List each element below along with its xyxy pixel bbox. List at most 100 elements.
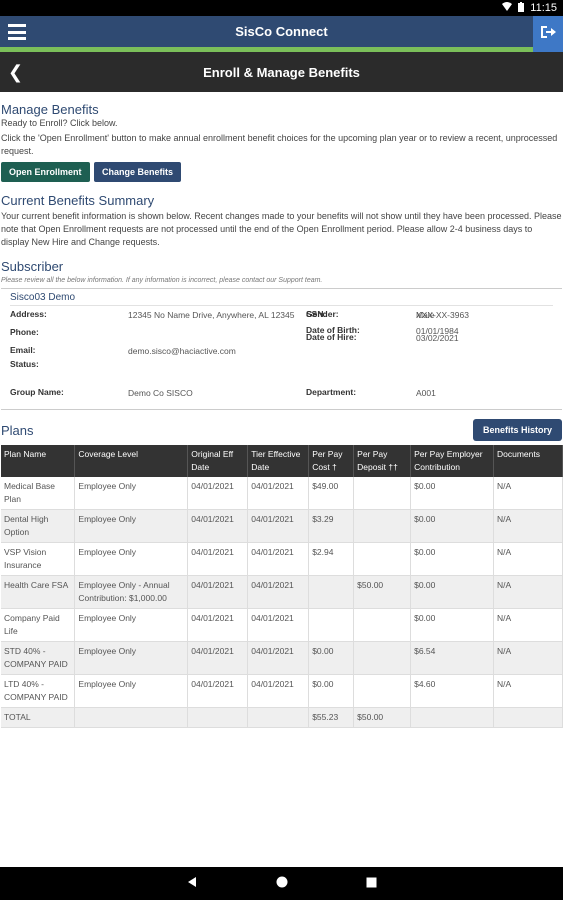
table-cell: 04/01/2021: [247, 509, 310, 543]
main-content: Manage Benefits Ready to Enroll? Click b…: [0, 92, 563, 859]
benefits-history-button[interactable]: Benefits History: [472, 419, 562, 441]
table-cell: $50.00: [353, 575, 412, 609]
table-cell: 04/01/2021: [247, 542, 310, 576]
change-benefits-button[interactable]: Change Benefits: [93, 162, 181, 182]
table-cell: Medical Base Plan: [1, 477, 76, 510]
table-cell: N/A: [493, 509, 563, 543]
summary-text: Your current benefit information is show…: [1, 211, 562, 247]
col-plan-name: Plan Name: [1, 445, 76, 477]
col-documents: Documents: [493, 445, 563, 477]
clock: 11:15: [530, 2, 557, 14]
table-cell: [493, 707, 563, 728]
table-cell: Employee Only: [74, 641, 189, 675]
table-cell: N/A: [493, 641, 563, 675]
menu-icon[interactable]: [8, 24, 26, 40]
address-label: Address:: [10, 309, 47, 319]
department-label: Department:: [306, 387, 357, 397]
plans-table: Plan Name Coverage Level Original Eff Da…: [1, 445, 563, 728]
system-nav-bar: [0, 867, 563, 900]
address-value: 12345 No Name Drive, Anywhere, AL 12345: [128, 310, 295, 320]
table-cell: $0.00: [410, 575, 494, 609]
table-cell: N/A: [493, 477, 563, 510]
table-cell: [308, 608, 355, 642]
subscriber-note: Please review all the below information.…: [1, 277, 323, 284]
doh-label: Date of Hire:: [306, 332, 357, 342]
manage-line2: Click the 'Open Enrollment' button to ma…: [1, 133, 558, 156]
table-cell: $0.00: [410, 477, 494, 510]
logout-button[interactable]: [533, 16, 563, 52]
table-cell: 04/01/2021: [187, 509, 249, 543]
app-header: SisCo Connect: [0, 16, 563, 52]
department-value: A001: [416, 388, 436, 398]
back-arrow-icon[interactable]: ❮: [8, 62, 23, 83]
status-value: [128, 357, 306, 369]
table-cell: $6.54: [410, 641, 494, 675]
app-title: SisCo Connect: [235, 24, 328, 39]
back-triangle-icon[interactable]: [186, 875, 198, 893]
col-tier-effective-date: Tier Effective Date: [247, 445, 310, 477]
table-cell: Health Care FSA: [1, 575, 76, 609]
doh-value: 03/02/2021: [416, 333, 459, 343]
table-cell: Employee Only - Annual Contribution: $1,…: [74, 575, 189, 609]
table-cell: Employee Only: [74, 477, 189, 510]
table-cell: [247, 707, 310, 728]
plans-table-header: Plan Name Coverage Level Original Eff Da…: [1, 445, 563, 477]
table-cell: [353, 509, 412, 543]
table-cell: [308, 575, 355, 609]
table-cell: [353, 477, 412, 510]
phone-label: Phone:: [10, 327, 39, 337]
subscriber-details: Address: 12345 No Name Drive, Anywhere, …: [10, 309, 553, 399]
table-row: Company Paid Life Employee Only 04/01/2021…: [1, 608, 563, 642]
table-cell: 04/01/2021: [247, 674, 310, 708]
col-per-pay-employer-contribution: Per Pay Employer Contribution: [410, 445, 494, 477]
table-cell: 04/01/2021: [247, 477, 310, 510]
table-cell: [74, 707, 189, 728]
table-cell: $0.00: [308, 641, 355, 675]
table-cell: 04/01/2021: [187, 575, 249, 609]
home-circle-icon[interactable]: [276, 875, 288, 893]
table-cell: [353, 542, 412, 576]
table-cell: Dental High Option: [1, 509, 76, 543]
manage-benefits-heading: Manage Benefits: [1, 102, 99, 117]
col-per-pay-deposit: Per Pay Deposit ††: [353, 445, 412, 477]
table-cell: 04/01/2021: [187, 641, 249, 675]
table-cell: N/A: [493, 542, 563, 576]
table-cell: [353, 608, 412, 642]
table-cell: N/A: [493, 674, 563, 708]
table-cell: [410, 707, 494, 728]
table-row: LTD 40% - COMPANY PAID Employee Only 04/01…: [1, 674, 563, 708]
table-cell: $0.00: [410, 608, 494, 642]
table-cell: $3.29: [308, 509, 355, 543]
email-label: Email:: [10, 345, 36, 355]
table-row: STD 40% - COMPANY PAID Employee Only 04/01…: [1, 641, 563, 675]
subscriber-name: Sisco03 Demo: [10, 292, 76, 303]
recents-square-icon[interactable]: [366, 875, 377, 893]
table-cell: N/A: [493, 608, 563, 642]
table-cell: VSP Vision Insurance: [1, 542, 76, 576]
table-cell: [187, 707, 249, 728]
table-cell: $2.94: [308, 542, 355, 576]
table-cell: Employee Only: [74, 608, 189, 642]
email-value: demo.sisco@haciactive.com: [128, 346, 236, 356]
table-cell: 04/01/2021: [187, 674, 249, 708]
table-cell: 04/01/2021: [247, 575, 310, 609]
phone-value: [128, 321, 306, 337]
page-header: ❮ Enroll & Manage Benefits: [0, 52, 563, 92]
page-title: Enroll & Manage Benefits: [203, 64, 360, 80]
open-enrollment-button[interactable]: Open Enrollment: [1, 162, 90, 182]
col-per-pay-cost: Per Pay Cost †: [308, 445, 355, 477]
table-cell: $0.00: [410, 509, 494, 543]
col-coverage-level: Coverage Level: [74, 445, 189, 477]
table-cell: $50.00: [353, 707, 412, 728]
table-cell: $0.00: [308, 674, 355, 708]
table-cell: [353, 674, 412, 708]
wifi-icon: [502, 2, 513, 14]
status-bar: 11:15: [0, 0, 563, 16]
subscriber-heading: Subscriber: [1, 259, 64, 274]
table-row: TOTAL $55.23 $50.00: [1, 707, 563, 728]
table-cell: Employee Only: [74, 509, 189, 543]
table-cell: LTD 40% - COMPANY PAID: [1, 674, 76, 708]
table-cell: 04/01/2021: [187, 542, 249, 576]
battery-icon: [518, 1, 525, 15]
table-cell: $4.60: [410, 674, 494, 708]
